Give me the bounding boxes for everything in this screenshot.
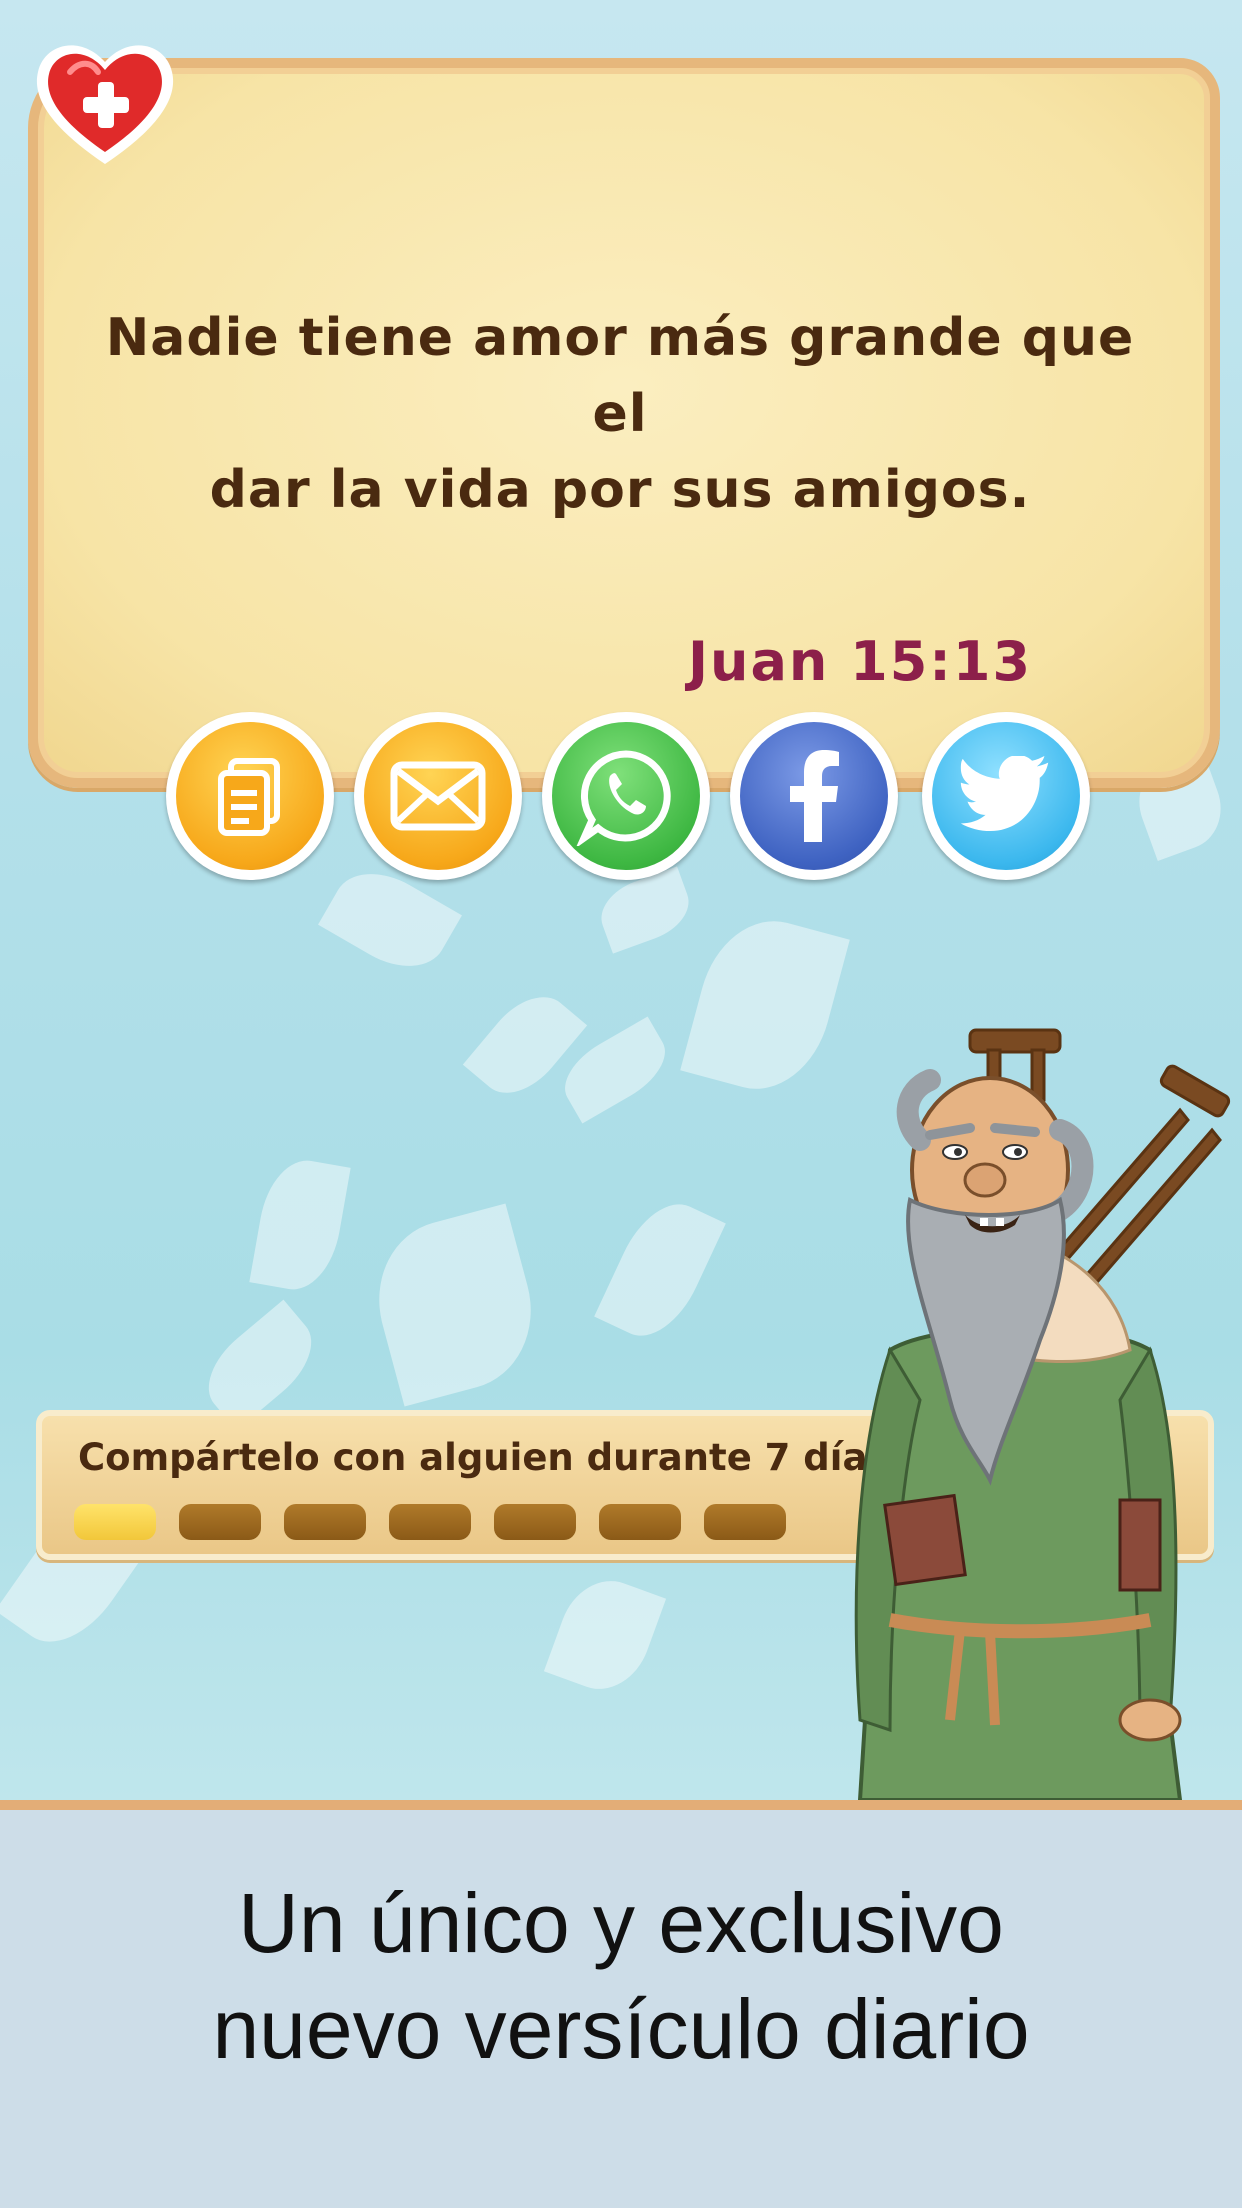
progress-day-3 bbox=[284, 1504, 366, 1540]
progress-day-4 bbox=[389, 1504, 471, 1540]
share-progress-label: Compártelo con alguien durante 7 días bbox=[78, 1436, 890, 1479]
promo-caption-line-2: nuevo versículo diario bbox=[212, 1982, 1030, 2076]
background-leaf bbox=[592, 866, 698, 954]
background-leaf bbox=[543, 1567, 667, 1703]
progress-day-2 bbox=[179, 1504, 261, 1540]
verse-reference: Juan 15:13 bbox=[687, 630, 1033, 693]
facebook-icon bbox=[790, 750, 839, 842]
verse-text: Nadie tiene amor más grande que el dar l… bbox=[90, 300, 1150, 528]
promo-caption: Un único y exclusivo nuevo versículo dia… bbox=[0, 1870, 1242, 2082]
progress-day-7 bbox=[704, 1504, 786, 1540]
game-scene: Nadie tiene amor más grande que el dar l… bbox=[0, 0, 1242, 1800]
favorite-button[interactable] bbox=[30, 32, 180, 172]
twitter-button[interactable] bbox=[922, 712, 1090, 880]
background-leaf bbox=[594, 1189, 726, 1351]
progress-day-1 bbox=[74, 1504, 156, 1540]
divider bbox=[0, 1800, 1242, 1810]
verse-line-1: Nadie tiene amor más grande que el bbox=[105, 308, 1135, 444]
heart-plus-icon bbox=[36, 45, 174, 165]
whatsapp-icon bbox=[576, 750, 671, 846]
promo-caption-line-1: Un único y exclusivo bbox=[238, 1876, 1004, 1970]
whatsapp-button[interactable] bbox=[542, 712, 710, 880]
twitter-icon bbox=[960, 756, 1049, 832]
background-leaf bbox=[249, 1154, 351, 1296]
email-button[interactable] bbox=[354, 712, 522, 880]
verse-line-2: dar la vida por sus amigos. bbox=[209, 460, 1031, 520]
progress-day-6 bbox=[599, 1504, 681, 1540]
old-man-character bbox=[854, 1028, 1231, 1800]
facebook-button[interactable] bbox=[730, 712, 898, 880]
promo-footer: Un único y exclusivo nuevo versículo dia… bbox=[0, 1810, 1242, 2208]
progress-day-5 bbox=[494, 1504, 576, 1540]
copy-button[interactable] bbox=[166, 712, 334, 880]
mail-envelope-icon bbox=[390, 761, 486, 831]
copy-document-icon bbox=[218, 758, 280, 836]
background-leaf bbox=[360, 1203, 550, 1407]
